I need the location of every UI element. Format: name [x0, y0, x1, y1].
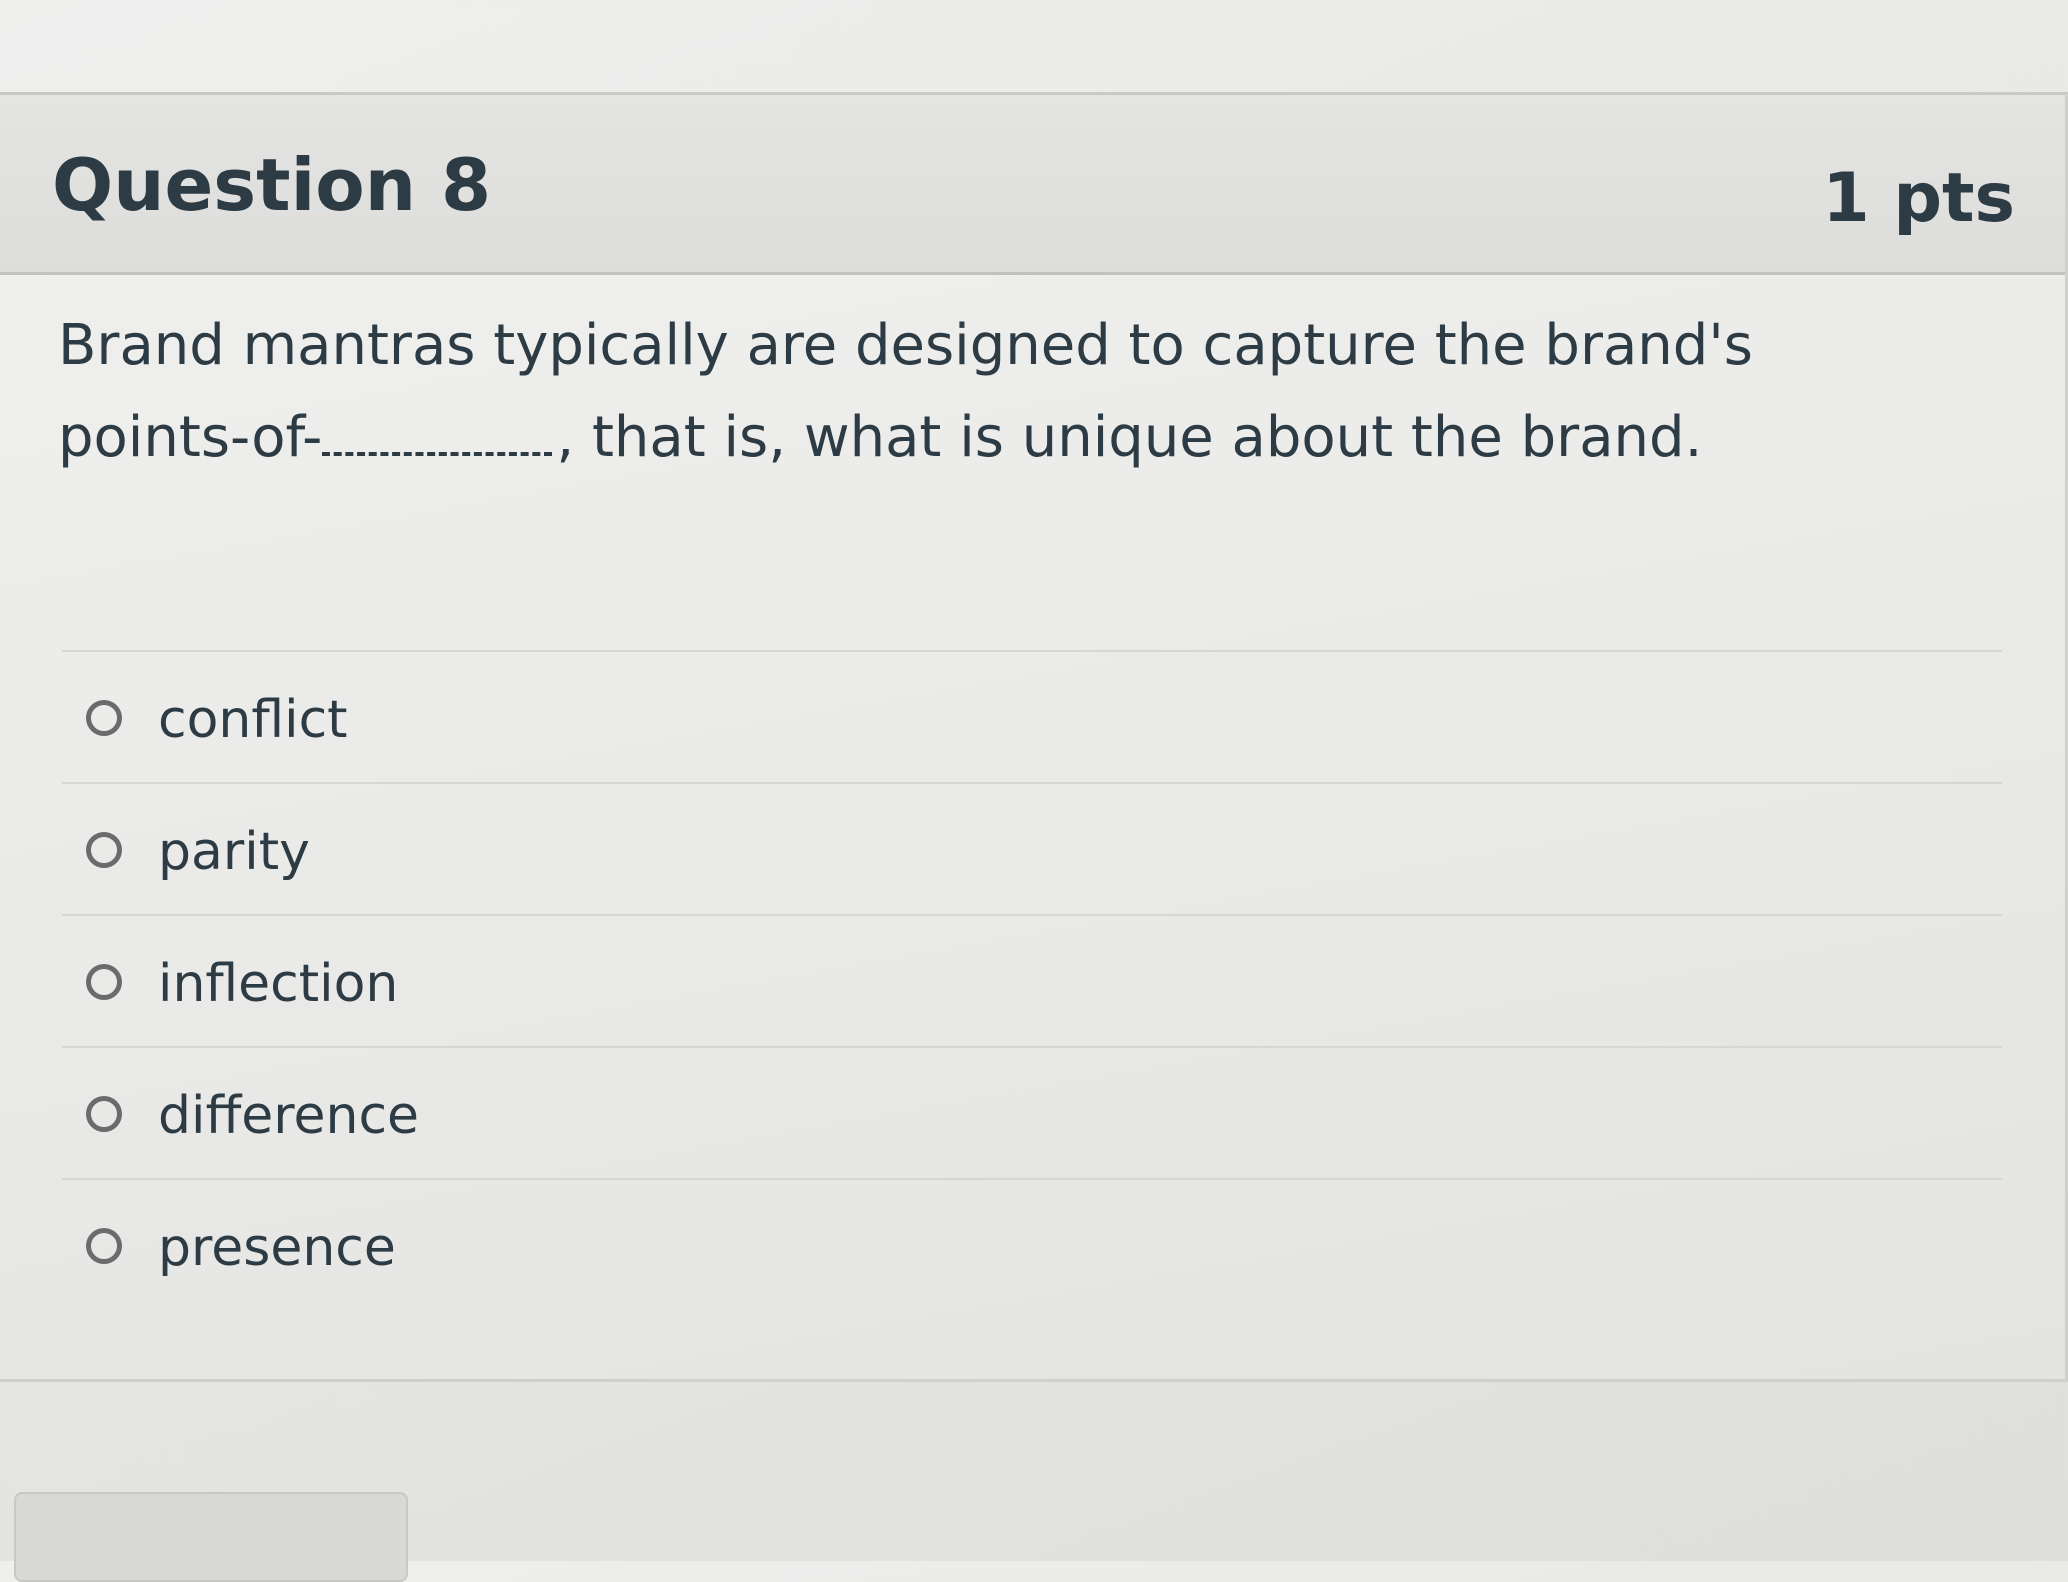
- answer-option-parity[interactable]: parity: [62, 782, 2002, 914]
- answer-option-difference[interactable]: difference: [62, 1046, 2002, 1178]
- radio-button[interactable]: [86, 832, 122, 868]
- answer-option-presence[interactable]: presence: [62, 1178, 2002, 1310]
- answer-label[interactable]: parity: [158, 822, 310, 882]
- answer-label[interactable]: inflection: [158, 954, 398, 1014]
- answer-label[interactable]: difference: [158, 1086, 419, 1146]
- radio-button[interactable]: [86, 1228, 122, 1264]
- fill-in-blank: [322, 408, 553, 456]
- answer-option-conflict[interactable]: conflict: [62, 650, 2002, 782]
- answer-list: conflict parity inflection difference pr…: [62, 650, 2002, 1310]
- radio-button[interactable]: [86, 700, 122, 736]
- answer-option-inflection[interactable]: inflection: [62, 914, 2002, 1046]
- question-header: Question 8 1 pts: [0, 95, 2065, 275]
- question-text: Brand mantras typically are designed to …: [58, 300, 1958, 484]
- question-points: 1 pts: [1822, 159, 2015, 238]
- question-text-after: , that is, what is unique about the bran…: [556, 405, 1703, 470]
- previous-button[interactable]: [14, 1492, 408, 1582]
- answer-label[interactable]: presence: [158, 1218, 396, 1278]
- answer-label[interactable]: conflict: [158, 690, 348, 750]
- radio-button[interactable]: [86, 964, 122, 1000]
- question-title: Question 8: [52, 143, 492, 227]
- radio-button[interactable]: [86, 1096, 122, 1132]
